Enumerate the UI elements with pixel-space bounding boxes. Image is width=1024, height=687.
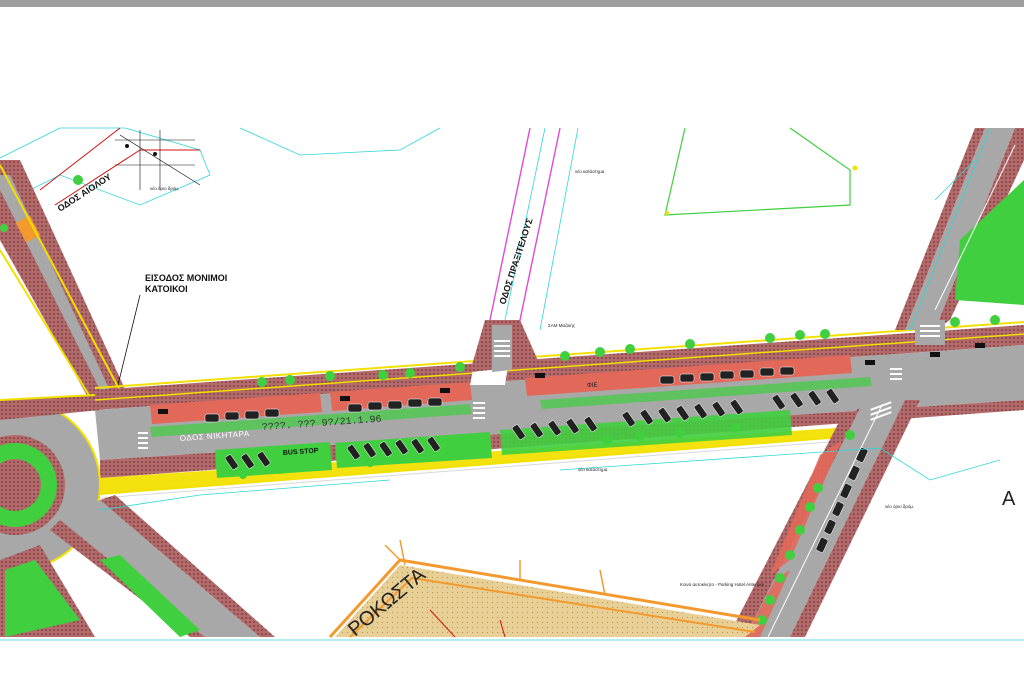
- green-outline-block: [664, 127, 858, 216]
- letter-right: A: [1002, 488, 1016, 510]
- small-note: νέο κατάστημα: [575, 168, 605, 174]
- entrance-note-line1: ΕΙΣΟΔΟΣ ΜΟΝΙΜΟΙ: [145, 273, 227, 283]
- street-plan-map[interactable]: ΕΙΣΟΔΟΣ ΜΟΝΙΜΟΙ ΚΑΤΟΙΚΟΙ ΟΔΟΣ ΝΙΚΗΤΑΡΑ Ο…: [0, 0, 1024, 687]
- entrance-note-line2: ΚΑΤΟΙΚΟΙ: [145, 284, 188, 294]
- parking-note: Κοινό αυτοκίνητο - Parking Hotel Antenor…: [680, 581, 765, 587]
- upper-left-block: [0, 127, 441, 206]
- praxitelous-street: [470, 127, 579, 385]
- small-note: νέο κατάστημα: [578, 466, 608, 472]
- small-mark: ΦΙΕ: [587, 383, 597, 389]
- upper-left-diagonal-street: [0, 160, 130, 410]
- small-note: νέο όριο δρόμ.: [150, 185, 179, 191]
- entrance-leader-line: [117, 294, 141, 386]
- street-label-upper-left: ΟΔΟΣ ΑΙΟΛΟΥ: [56, 172, 113, 214]
- small-note: ΣΑΜ Μαζικής: [548, 322, 576, 328]
- small-note: νέο όριο δρόμ.: [885, 503, 914, 509]
